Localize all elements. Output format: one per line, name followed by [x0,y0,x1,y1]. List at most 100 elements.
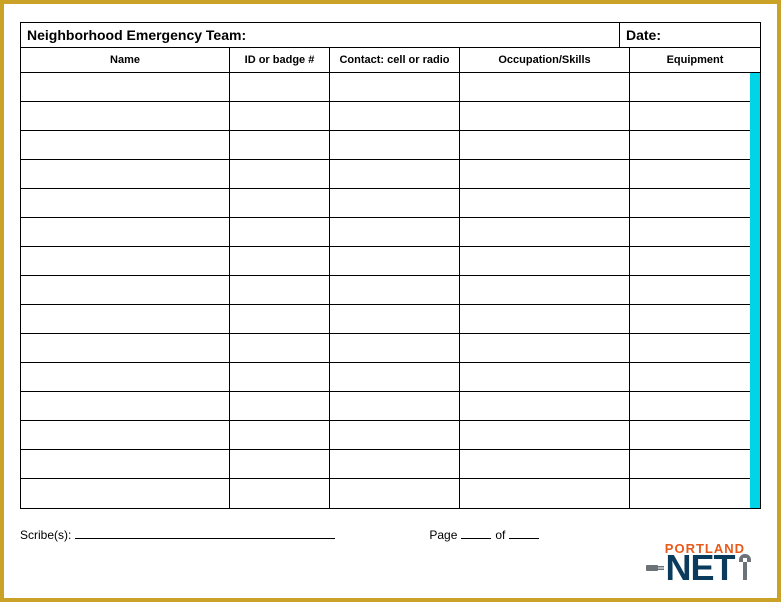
page-label: Page [429,528,457,542]
col-header-name: Name [21,48,230,72]
table-cell [630,421,760,449]
table-cell [460,160,630,188]
table-cell [330,421,460,449]
portland-net-logo: PORTLAND NET [639,541,759,586]
table-cell [230,363,330,391]
table-cell [21,363,230,391]
table-cell [460,189,630,217]
table-cell [330,102,460,130]
col-header-equipment: Equipment [630,48,760,72]
table-cell [230,392,330,420]
scribe-label: Scribe(s): [20,528,71,542]
table-cell [460,131,630,159]
col-header-id: ID or badge # [230,48,330,72]
table-cell [330,131,460,159]
table-cell [460,421,630,449]
table-cell [460,102,630,130]
table-cell [460,247,630,275]
table-cell [330,305,460,333]
data-table-area [20,72,761,509]
table-cell [330,363,460,391]
table-cell [460,218,630,246]
table-cell [230,450,330,478]
column-header-row: Name ID or badge # Contact: cell or radi… [20,47,761,72]
table-cell [330,450,460,478]
scribe-blank-line [75,527,335,539]
data-rows-container [21,73,760,508]
date-label-cell: Date: [620,23,760,47]
table-cell [230,218,330,246]
table-cell [460,73,630,101]
table-row [21,102,760,131]
table-cell [630,276,760,304]
table-cell [460,392,630,420]
footer-row: Scribe(s): Page of [20,527,761,542]
table-cell [630,160,760,188]
of-label: of [495,528,505,542]
plug-icon [644,557,666,579]
table-cell [21,392,230,420]
table-cell [21,131,230,159]
table-cell [21,305,230,333]
table-cell [21,73,230,101]
table-cell [460,363,630,391]
table-cell [330,189,460,217]
header-row: Neighborhood Emergency Team: Date: [20,22,761,47]
table-cell [21,247,230,275]
table-cell [330,334,460,362]
table-cell [330,73,460,101]
table-cell [460,334,630,362]
form-page: Neighborhood Emergency Team: Date: Name … [4,4,777,598]
table-cell [230,479,330,508]
team-label: Neighborhood Emergency Team: [27,27,246,43]
col-header-contact: Contact: cell or radio [330,48,460,72]
page-current-blank [461,527,491,539]
table-cell [630,363,760,391]
table-cell [230,160,330,188]
table-cell [230,131,330,159]
table-row [21,189,760,218]
table-cell [330,392,460,420]
table-cell [330,218,460,246]
table-row [21,247,760,276]
table-cell [630,479,760,508]
table-cell [630,73,760,101]
table-row [21,276,760,305]
table-cell [330,276,460,304]
table-cell [21,421,230,449]
accent-stripe [750,73,760,508]
table-cell [630,189,760,217]
table-cell [630,102,760,130]
table-cell [630,450,760,478]
table-cell [630,131,760,159]
table-cell [230,102,330,130]
table-row [21,218,760,247]
table-cell [630,334,760,362]
table-cell [330,479,460,508]
table-cell [21,334,230,362]
table-cell [630,218,760,246]
table-row [21,392,760,421]
table-row [21,363,760,392]
table-cell [230,421,330,449]
table-row [21,160,760,189]
table-row [21,450,760,479]
table-cell [330,160,460,188]
logo-main-text: NET [666,550,735,586]
table-cell [630,247,760,275]
table-cell [230,247,330,275]
table-row [21,421,760,450]
date-label: Date: [626,27,661,43]
table-row [21,334,760,363]
table-cell [21,102,230,130]
table-cell [460,305,630,333]
col-header-occupation: Occupation/Skills [460,48,630,72]
table-cell [460,276,630,304]
table-row [21,131,760,160]
wrench-icon [735,552,755,584]
table-cell [460,479,630,508]
table-cell [230,189,330,217]
table-cell [460,450,630,478]
table-cell [21,189,230,217]
table-row [21,305,760,334]
